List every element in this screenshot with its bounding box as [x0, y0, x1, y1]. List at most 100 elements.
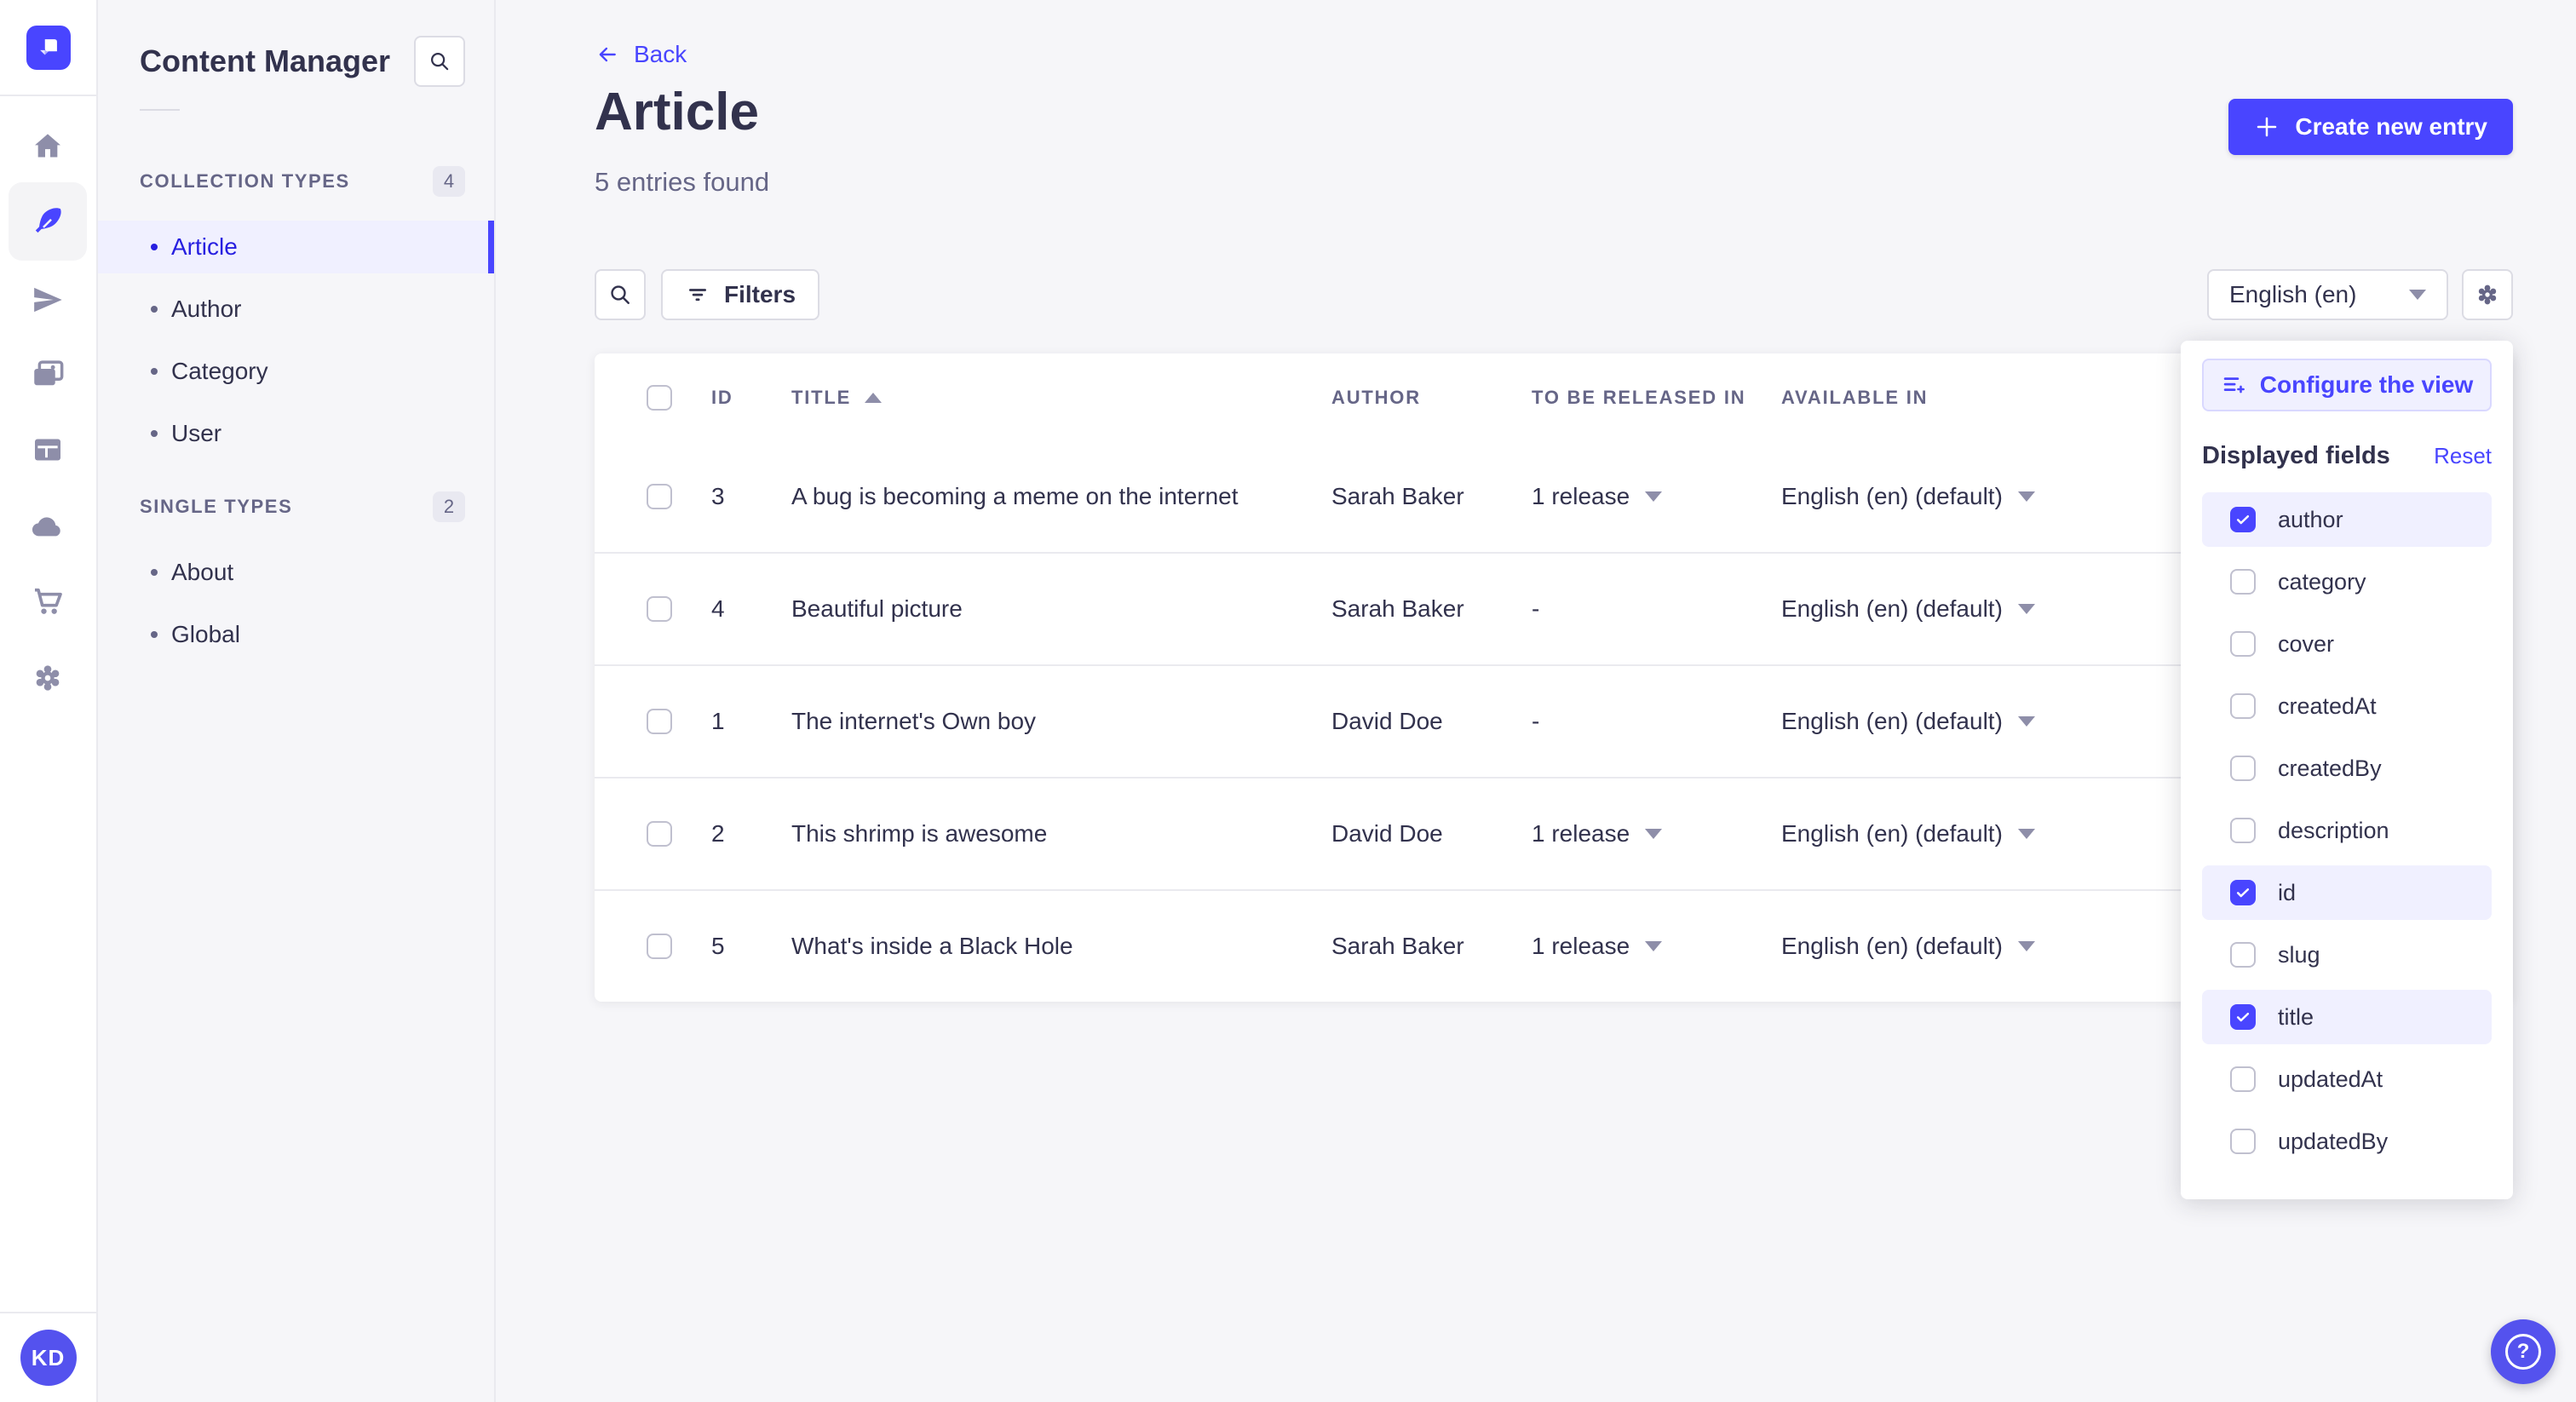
- field-option-updatedBy[interactable]: updatedBy: [2202, 1114, 2492, 1169]
- subnav-item-label: Article: [171, 233, 238, 260]
- column-header-to-be-released-in[interactable]: TO BE RELEASED IN: [1532, 387, 1781, 409]
- search-icon: [431, 53, 449, 71]
- subnav-item-global[interactable]: Global: [98, 608, 494, 661]
- user-avatar[interactable]: KD: [20, 1330, 77, 1386]
- locale-value: English (en): [2229, 281, 2357, 307]
- arrow-left-icon: [599, 47, 616, 62]
- chevron-down-icon: [2017, 491, 2035, 502]
- filters-button[interactable]: Filters: [661, 269, 820, 320]
- column-header-id[interactable]: ID: [711, 387, 791, 409]
- configure-view-icon: [2223, 377, 2245, 394]
- subnav-item-label: Global: [171, 621, 240, 647]
- bullet-icon: [151, 430, 158, 437]
- content-manager-subnav: Content Manager COLLECTION TYPES 4 Artic…: [98, 0, 496, 1402]
- checkbox[interactable]: [2230, 1129, 2256, 1154]
- checkbox[interactable]: [2230, 1004, 2256, 1030]
- row-checkbox[interactable]: [647, 821, 672, 847]
- sidebar-home-icon[interactable]: [30, 129, 66, 164]
- single-types-list: About Global: [98, 546, 494, 661]
- displayed-fields-list: author category cover createdAt createdB…: [2202, 492, 2492, 1169]
- sidebar-content-type-builder-icon[interactable]: [30, 432, 66, 468]
- single-types-label: SINGLE TYPES: [140, 496, 293, 517]
- cell-releases[interactable]: 1 release: [1532, 820, 1781, 848]
- field-option-createdBy[interactable]: createdBy: [2202, 741, 2492, 796]
- field-option-title[interactable]: title: [2202, 990, 2492, 1044]
- row-checkbox[interactable]: [647, 934, 672, 959]
- field-option-createdAt[interactable]: createdAt: [2202, 679, 2492, 733]
- subnav-item-author[interactable]: Author: [98, 283, 494, 336]
- collection-types-header: COLLECTION TYPES 4: [98, 165, 494, 198]
- plus-icon: [2257, 117, 2277, 137]
- reset-link[interactable]: Reset: [2434, 443, 2492, 469]
- user-area: KD: [0, 1312, 96, 1402]
- feather-icon: [35, 208, 61, 233]
- row-checkbox[interactable]: [647, 709, 672, 734]
- sidebar-marketplace-icon[interactable]: [30, 583, 66, 619]
- checkbox[interactable]: [2230, 569, 2256, 595]
- cell-releases: -: [1532, 708, 1540, 734]
- gear-icon: [2478, 284, 2497, 305]
- column-header-author[interactable]: AUTHOR: [1331, 387, 1532, 409]
- select-all-checkbox[interactable]: [647, 384, 672, 411]
- subnav-item-label: Category: [171, 358, 268, 384]
- cell-releases[interactable]: 1 release: [1532, 933, 1781, 960]
- subnav-item-about[interactable]: About: [98, 546, 494, 599]
- subnav-item-article[interactable]: Article: [98, 221, 494, 273]
- cell-author: Sarah Baker: [1331, 595, 1464, 622]
- help-icon: ?: [2505, 1334, 2541, 1370]
- checkbox[interactable]: [2230, 942, 2256, 968]
- field-option-slug[interactable]: slug: [2202, 928, 2492, 982]
- field-option-author[interactable]: author: [2202, 492, 2492, 547]
- subnav-divider: [140, 109, 180, 111]
- chevron-down-icon: [2017, 941, 2035, 951]
- sort-ascending-icon: [865, 392, 883, 403]
- filter-icon: [689, 289, 706, 302]
- chevron-down-icon: [2017, 604, 2035, 614]
- sidebar-content-manager-active[interactable]: [9, 182, 87, 261]
- cell-title: Beautiful picture: [791, 595, 963, 622]
- field-option-description[interactable]: description: [2202, 803, 2492, 858]
- field-option-id[interactable]: id: [2202, 865, 2492, 920]
- view-settings-popover: Configure the view Displayed fields Rese…: [2181, 341, 2513, 1199]
- single-types-count-badge: 2: [433, 491, 465, 522]
- view-settings-button[interactable]: [2462, 269, 2513, 320]
- avatar-initials: KD: [31, 1344, 66, 1370]
- configure-the-view-button[interactable]: Configure the view: [2202, 359, 2492, 411]
- sidebar-media-library-icon[interactable]: [30, 357, 66, 393]
- back-link[interactable]: Back: [595, 41, 687, 68]
- check-icon: [2236, 515, 2250, 525]
- checkbox[interactable]: [2230, 818, 2256, 843]
- checkbox[interactable]: [2230, 507, 2256, 532]
- field-option-cover[interactable]: cover: [2202, 617, 2492, 671]
- subnav-search-button[interactable]: [414, 36, 465, 87]
- sidebar-releases-icon[interactable]: [30, 282, 66, 318]
- app-root: KD Content Manager COLLECTION TYPES 4 Ar…: [0, 0, 2576, 1402]
- locale-select[interactable]: English (en): [2207, 269, 2448, 320]
- field-option-category[interactable]: category: [2202, 554, 2492, 609]
- checkbox[interactable]: [2230, 880, 2256, 905]
- cell-title: This shrimp is awesome: [791, 820, 1048, 847]
- field-option-updatedAt[interactable]: updatedAt: [2202, 1052, 2492, 1106]
- column-header-title[interactable]: TITLE: [791, 387, 1331, 409]
- cell-releases: -: [1532, 595, 1540, 622]
- cell-releases[interactable]: 1 release: [1532, 483, 1781, 510]
- create-new-entry-button[interactable]: Create new entry: [2228, 99, 2513, 155]
- subnav-title: Content Manager: [140, 43, 391, 78]
- strapi-logo[interactable]: [26, 25, 71, 70]
- table-search-button[interactable]: [595, 269, 646, 320]
- help-button[interactable]: ?: [2491, 1319, 2556, 1384]
- row-checkbox[interactable]: [647, 484, 672, 509]
- bullet-icon: [151, 306, 158, 313]
- checkbox[interactable]: [2230, 1066, 2256, 1092]
- subnav-item-category[interactable]: Category: [98, 345, 494, 398]
- main-content: Back Article 5 entries found Create new …: [496, 0, 2576, 1402]
- sidebar-cloud-icon[interactable]: [30, 509, 66, 544]
- checkbox[interactable]: [2230, 756, 2256, 781]
- checkbox[interactable]: [2230, 693, 2256, 719]
- search-icon: [611, 285, 630, 304]
- single-types-header: SINGLE TYPES 2: [98, 491, 494, 523]
- checkbox[interactable]: [2230, 631, 2256, 657]
- subnav-item-user[interactable]: User: [98, 407, 494, 460]
- row-checkbox[interactable]: [647, 596, 672, 622]
- sidebar-settings-icon[interactable]: [30, 660, 66, 696]
